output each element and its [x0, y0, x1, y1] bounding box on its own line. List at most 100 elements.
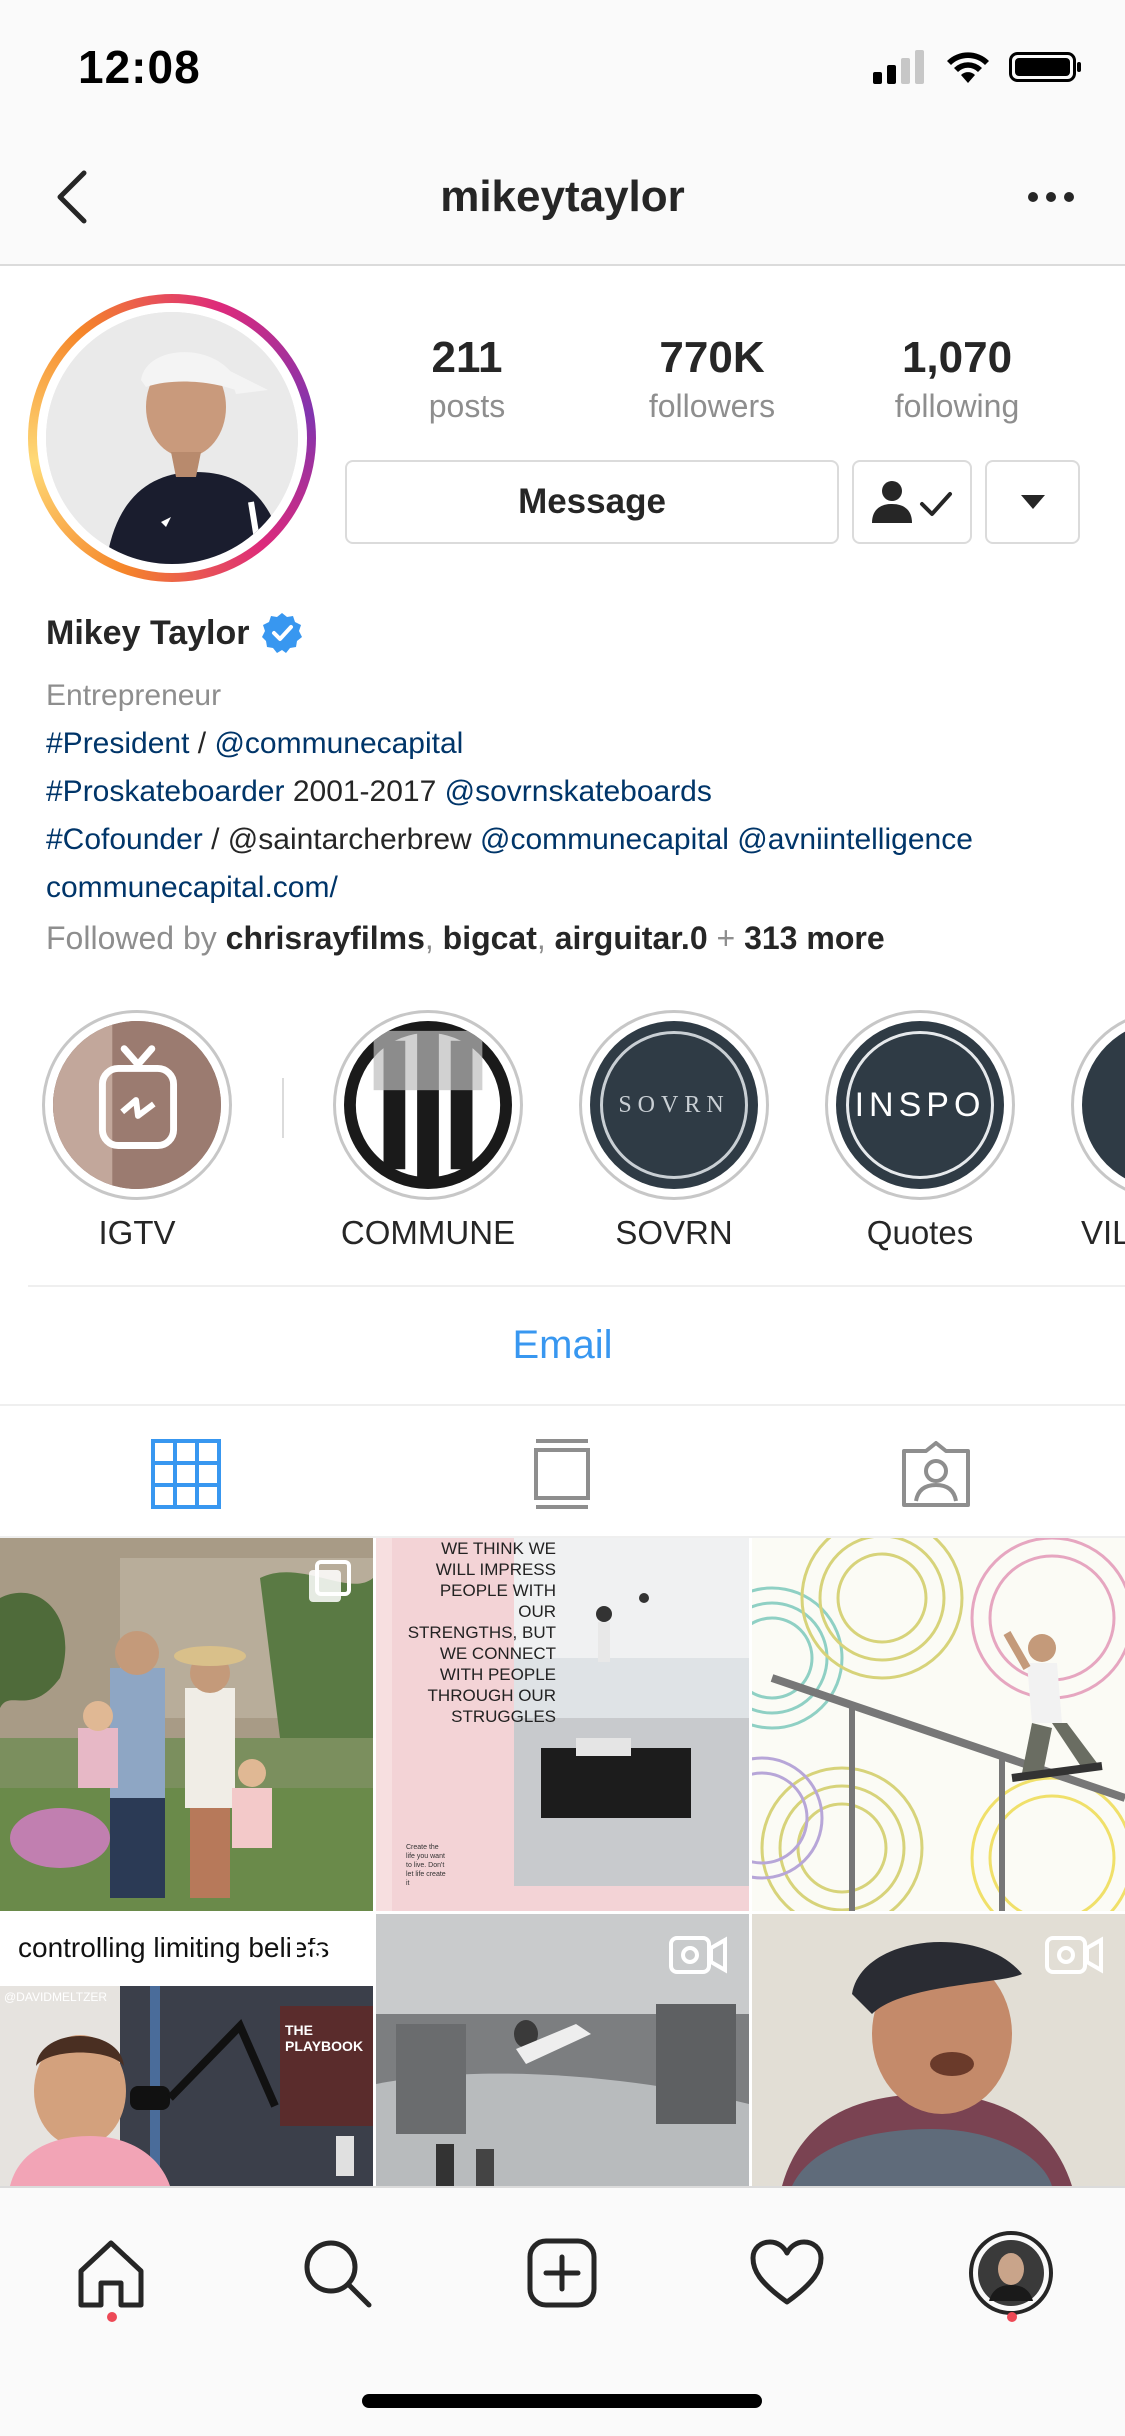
profile-avatar[interactable]	[28, 294, 316, 582]
highlight-commune[interactable]: COMMUNE	[333, 1010, 523, 1252]
mention-link[interactable]: @sovrnskateboards	[445, 775, 712, 808]
hashtag-link[interactable]: #Proskateboarder	[46, 775, 284, 808]
signal-icon	[873, 50, 924, 84]
message-button[interactable]: Message	[345, 460, 839, 544]
verified-badge-icon	[262, 613, 303, 653]
stat-followers[interactable]: 770K followers	[612, 333, 812, 425]
profile-avatar-icon	[969, 2231, 1053, 2315]
post-thumbnail[interactable]	[0, 1538, 373, 1911]
suggested-users-dropdown[interactable]	[985, 460, 1080, 544]
video-icon	[669, 1936, 727, 1979]
posts-grid: WE THINK WE WILL IMPRESS PEOPLE WITH OUR…	[0, 1538, 1125, 2186]
hashtag-link[interactable]: #Cofounder	[46, 823, 203, 856]
follower-name: bigcat	[442, 920, 537, 956]
more-icon	[1028, 192, 1074, 202]
video-icon	[293, 1934, 351, 1977]
followed-by[interactable]: Followed by chrisrayfilms, bigcat, airgu…	[46, 920, 1106, 957]
post-sign-text: THE PLAYBOOK	[285, 2022, 364, 2054]
nav-new-post[interactable]	[517, 2228, 607, 2318]
separator: ,	[536, 920, 555, 956]
highlight-quotes[interactable]: INSPO Quotes	[825, 1010, 1015, 1252]
tab-tagged[interactable]	[896, 1434, 976, 1514]
bio-line-2: #Proskateboarder 2001-2017 @sovrnskatebo…	[46, 768, 1106, 816]
category-label: Entrepreneur	[46, 679, 222, 712]
stat-following[interactable]: 1,070 following	[857, 333, 1057, 425]
highlight-label: Quotes	[866, 1214, 974, 1251]
wifi-icon	[947, 52, 989, 83]
post-image	[752, 1538, 1125, 1911]
post-quote-text: WE THINK WE WILL IMPRESS PEOPLE WITH OUR…	[407, 1539, 556, 1726]
post-image	[0, 1986, 373, 2186]
highlight-villa[interactable]: VILLA	[1071, 1010, 1125, 1252]
tab-grid[interactable]	[146, 1434, 226, 1514]
nav-activity[interactable]	[742, 2228, 832, 2318]
bio-text: 2001-2017	[284, 775, 445, 808]
battery-icon	[1009, 52, 1081, 82]
highlight-sovrn[interactable]: SOVRN SOVRN	[579, 1010, 769, 1252]
full-name: Mikey Taylor	[46, 613, 250, 652]
stat-posts[interactable]: 211 posts	[367, 333, 567, 425]
following-label: following	[894, 388, 1020, 425]
followed-by-prefix: Followed by	[46, 920, 226, 956]
avatar-photo	[46, 312, 298, 564]
hashtag-link[interactable]: #President	[46, 727, 189, 760]
highlight-igtv[interactable]: IGTV	[42, 1010, 232, 1252]
separator: ,	[424, 920, 443, 956]
highlight-label: COMMUNE	[340, 1214, 516, 1251]
email-button[interactable]: Email	[0, 1300, 1125, 1390]
post-thumbnail[interactable]: WE THINK WE WILL IMPRESS PEOPLE WITH OUR…	[376, 1538, 749, 1911]
video-icon	[1045, 1936, 1103, 1979]
status-bar: 12:08	[0, 0, 1125, 132]
bio-text: /	[189, 727, 215, 760]
more-options-button[interactable]	[1011, 162, 1091, 232]
post-thumbnail[interactable]: controlling limiting beliefs @DAVIDMELTZ…	[0, 1914, 373, 2186]
divider	[28, 1285, 1125, 1287]
story-highlights: IGTV COMMUNE SOVRN SOVRN INSPO Quotes VI…	[0, 1010, 1125, 1260]
highlight-label: VILLA	[1081, 1214, 1125, 1251]
mention-link[interactable]: @communecapital	[214, 727, 463, 760]
nav-profile[interactable]	[966, 2228, 1056, 2318]
post-thumbnail[interactable]	[752, 1538, 1125, 1911]
bio-text: / @saintarcherbrew	[202, 823, 481, 856]
profile-tabs	[0, 1404, 1125, 1538]
website-link[interactable]: communecapital.com/	[46, 871, 338, 904]
profile-bio: Mikey Taylor Entrepreneur #President / @…	[46, 608, 1106, 957]
followed-by-more: 313 more	[744, 920, 885, 956]
plus-square-icon	[527, 2238, 597, 2308]
separator: +	[707, 920, 745, 956]
search-icon	[304, 2240, 372, 2308]
post-tag-text: @DAVIDMELTZER	[4, 1990, 108, 2004]
status-time: 12:08	[78, 41, 201, 93]
home-notification-dot	[107, 2312, 117, 2322]
highlights-divider	[282, 1078, 284, 1138]
tab-feed[interactable]	[522, 1434, 602, 1514]
following-status-button[interactable]	[852, 460, 972, 544]
home-indicator[interactable]	[362, 2394, 762, 2408]
status-icons	[873, 50, 1083, 84]
heart-icon	[750, 2239, 824, 2305]
caret-down-icon	[1020, 495, 1045, 509]
full-name-row: Mikey Taylor	[46, 608, 1106, 658]
bio-line-website: communecapital.com/	[46, 864, 1106, 912]
feed-icon	[534, 1439, 590, 1509]
mention-link[interactable]: @communecapital	[480, 823, 729, 856]
profile-header: mikeytaylor	[0, 132, 1125, 266]
followers-label: followers	[648, 388, 776, 425]
post-small-text: Create the life you want to live. Don't …	[406, 1844, 446, 1887]
username-title: mikeytaylor	[440, 172, 685, 221]
grid-icon	[151, 1439, 221, 1509]
follower-name: chrisrayfilms	[225, 920, 425, 956]
nav-search[interactable]	[292, 2228, 382, 2318]
bio-line-3: #Cofounder / @saintarcherbrew @communeca…	[46, 816, 1106, 864]
post-thumbnail[interactable]	[752, 1914, 1125, 2186]
multiple-photos-icon	[307, 1560, 351, 1609]
following-count: 1,070	[901, 333, 1013, 382]
profile-summary: 211 posts 770K followers 1,070 following…	[0, 268, 1125, 598]
home-icon	[78, 2240, 144, 2308]
user-check-icon	[872, 481, 952, 523]
nav-home[interactable]	[66, 2228, 156, 2318]
mention-link[interactable]: @avniintelligence	[737, 823, 973, 856]
bio-line-1: #President / @communecapital	[46, 720, 1106, 768]
post-thumbnail[interactable]	[376, 1914, 749, 2186]
post-caption-text: controlling limiting beliefs	[18, 1932, 330, 1963]
